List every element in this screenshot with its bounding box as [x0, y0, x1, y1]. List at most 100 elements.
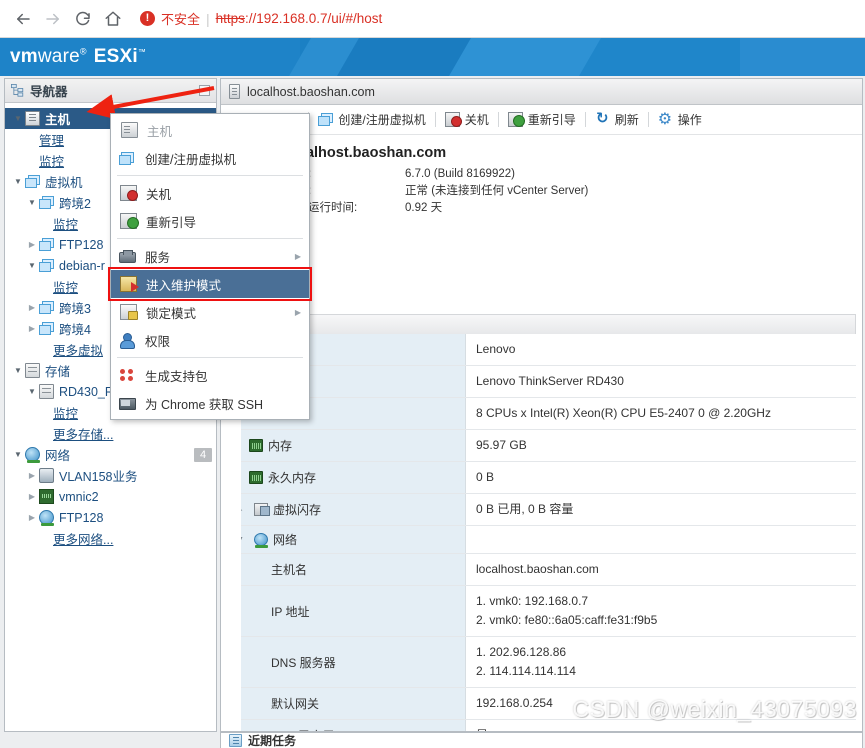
vm-icon — [39, 321, 54, 336]
chevron-right-icon[interactable] — [25, 240, 39, 249]
maintenance-icon — [120, 276, 139, 292]
hardware-value-line: 2. vmk0: fe80::6a05:caff:fe31:f9b5 — [476, 613, 658, 627]
menu-separator — [117, 357, 303, 358]
chevron-right-icon[interactable] — [25, 471, 39, 480]
navigator-item-label: 跨境2 — [59, 197, 91, 211]
summary-row: 版本:6.7.0 (Build 8169922) — [285, 166, 862, 183]
menu-item[interactable]: 关机 — [111, 179, 309, 207]
not-secure-icon[interactable]: ! — [140, 11, 155, 26]
chevron-down-icon[interactable] — [25, 387, 39, 396]
navigator-tree-item[interactable]: FTP128 — [5, 507, 216, 528]
support-bundle-icon — [119, 367, 136, 383]
menu-item[interactable]: 服务 ▶ — [111, 242, 309, 270]
chevron-right-icon[interactable] — [25, 324, 39, 333]
table-row[interactable]: 8 CPUs x Intel(R) Xeon(R) CPU E5-2407 0 … — [241, 398, 856, 430]
chevron-down-icon[interactable] — [25, 261, 39, 270]
chevron-right-icon[interactable] — [241, 506, 247, 514]
table-row[interactable]: 内存 95.97 GB — [241, 430, 856, 462]
menu-item[interactable]: 权限 — [111, 326, 309, 354]
table-row[interactable]: 永久内存 0 B — [241, 462, 856, 494]
table-row[interactable]: IPv6 已启用 是 — [241, 720, 856, 731]
recent-tasks-bar[interactable]: 近期任务 — [220, 732, 863, 748]
menu-item[interactable]: 为 Chrome 获取 SSH — [111, 389, 309, 417]
chevron-right-icon[interactable] — [25, 492, 39, 501]
chevron-down-icon[interactable] — [11, 177, 25, 186]
navigator-tree-item[interactable]: vmnic2 — [5, 486, 216, 507]
navigator-tree-item[interactable]: 更多存储... — [5, 423, 216, 444]
navigator-item-label: 更多存储... — [53, 428, 114, 442]
address-bar[interactable]: ! 不安全 | https://192.168.0.7/ui/#/host — [134, 6, 857, 32]
chevron-down-icon[interactable] — [11, 366, 25, 375]
toolbar-button[interactable]: 创建/注册虚拟机 — [309, 111, 434, 128]
navigator-tree-item[interactable]: VLAN158业务 — [5, 465, 216, 486]
hardware-key-cell: 永久内存 — [241, 462, 466, 493]
reload-icon[interactable] — [68, 4, 98, 34]
hardware-info-table: Lenovo Lenovo ThinkServer RD430 8 CPUs x I… — [241, 314, 856, 731]
table-row[interactable]: 网络 — [241, 526, 856, 554]
table-row[interactable]: Lenovo — [241, 334, 856, 366]
chevron-down-icon[interactable] — [11, 450, 25, 459]
hardware-value-cell: 0 B 已用, 0 B 容量 — [466, 494, 856, 525]
toolbar-button[interactable]: ↻ 刷新 — [586, 111, 648, 128]
menu-item[interactable]: 锁定模式 ▶ — [111, 298, 309, 326]
hardware-value-cell: 1. vmk0: 192.168.0.7 2. vmk0: fe80::6a05:… — [466, 586, 856, 636]
hardware-key-label: 网络 — [273, 533, 298, 547]
hardware-key-label: 主机名 — [271, 563, 308, 577]
hardware-key-cell: IPv6 已启用 — [241, 720, 466, 731]
navigator-item-label: 监控 — [53, 218, 79, 232]
navigator-collapse-button[interactable] — [199, 85, 210, 96]
table-row[interactable]: Lenovo ThinkServer RD430 — [241, 366, 856, 398]
hardware-key-cell: 虚拟闪存 — [241, 494, 466, 525]
toolbar-button[interactable]: 重新引导 — [499, 111, 585, 128]
not-secure-label: 不安全 — [161, 12, 201, 27]
navigator-item-label: 更多网络... — [53, 533, 114, 547]
navigator-icon — [11, 84, 24, 97]
hardware-value-line: Lenovo — [476, 342, 516, 356]
menu-item[interactable]: 生成支持包 — [111, 361, 309, 389]
vm-icon — [25, 174, 40, 189]
toolbar-button-label: 重新引导 — [527, 113, 576, 127]
network-icon — [25, 447, 40, 463]
hardware-key-label: 默认网关 — [271, 697, 320, 711]
table-row[interactable]: 虚拟闪存 0 B 已用, 0 B 容量 — [241, 494, 856, 526]
chevron-down-icon[interactable] — [241, 536, 247, 543]
hardware-key-label: 永久内存 — [268, 471, 317, 485]
hardware-value-cell: 8 CPUs x Intel(R) Xeon(R) CPU E5-2407 0 … — [466, 398, 856, 429]
memory-icon — [249, 439, 263, 452]
chevron-down-icon[interactable] — [25, 198, 39, 207]
navigator-tree-item[interactable]: 网络 4 — [5, 444, 216, 465]
forward-arrow-icon[interactable] — [38, 4, 68, 34]
nic-icon — [39, 489, 54, 504]
host-title: localhost.baoshan.com — [285, 145, 447, 161]
host-icon — [229, 84, 240, 99]
toolbar-button[interactable]: 关机 — [436, 111, 498, 128]
host-content-panel: localhost.baoshan.com nter Server创建/注册虚拟… — [220, 78, 863, 732]
menu-item-label: 主机 — [147, 124, 173, 139]
hardware-value-cell: 1. 202.96.128.86 2. 114.114.114.114 — [466, 637, 856, 687]
table-row[interactable]: 默认网关 192.168.0.254 — [241, 688, 856, 720]
gear-icon — [658, 109, 673, 129]
back-arrow-icon[interactable] — [8, 4, 38, 34]
table-row[interactable]: 主机名 localhost.baoshan.com — [241, 554, 856, 586]
table-row[interactable]: DNS 服务器 1. 202.96.128.86 2. 114.114.114.11… — [241, 637, 856, 688]
menu-item[interactable]: 重新引导 — [111, 207, 309, 235]
menu-item-label: 重新引导 — [146, 215, 197, 230]
home-icon[interactable] — [98, 4, 128, 34]
permissions-icon — [119, 332, 136, 349]
chevron-right-icon: ▶ — [294, 251, 301, 261]
table-row[interactable]: IP 地址 1. vmk0: 192.168.0.7 2. vmk0: fe80::… — [241, 586, 856, 637]
hardware-table-header — [241, 314, 856, 334]
vmware-esxi-logo: vmware® ESXi™ — [10, 46, 146, 68]
toolbar-button[interactable]: 操作 — [649, 109, 711, 129]
chevron-down-icon[interactable] — [11, 114, 25, 123]
url-text[interactable]: https://192.168.0.7/ui/#/host — [216, 11, 383, 26]
toolbar-button-label: 操作 — [677, 113, 702, 127]
navigator-item-label: FTP128 — [59, 510, 104, 525]
chevron-right-icon[interactable] — [25, 513, 39, 522]
menu-item[interactable]: 创建/注册虚拟机 — [111, 144, 309, 172]
menu-item-label: 权限 — [145, 334, 171, 349]
reboot-icon — [120, 213, 139, 229]
menu-item[interactable]: 进入维护模式 — [108, 267, 312, 301]
chevron-right-icon[interactable] — [25, 303, 39, 312]
navigator-tree-item[interactable]: 更多网络... — [5, 528, 216, 549]
